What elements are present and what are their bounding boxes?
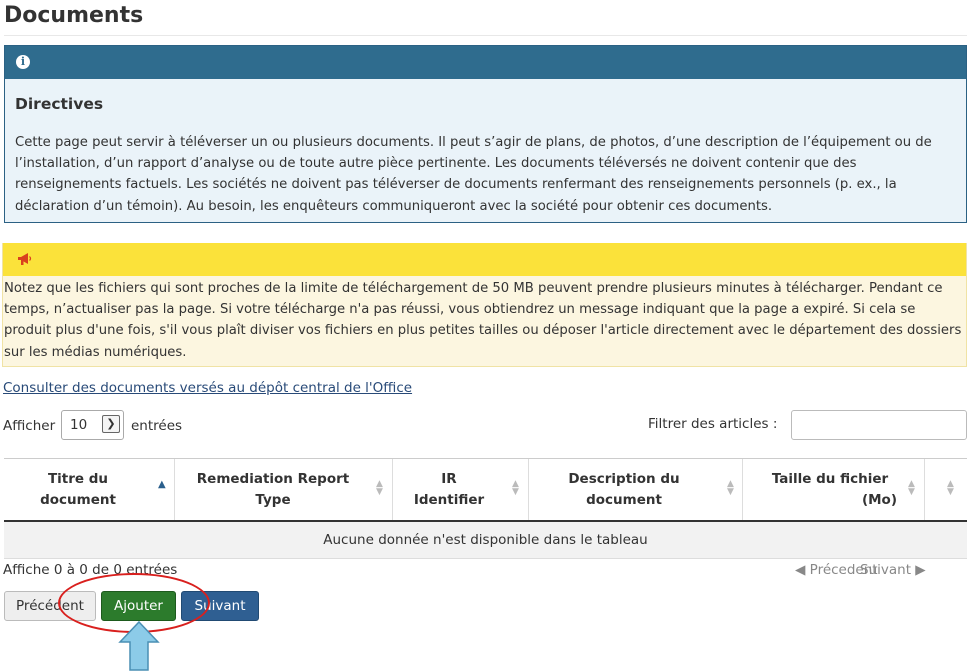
next-button[interactable]: Suivant <box>181 591 259 621</box>
show-entries-label: Afficher <box>3 418 56 434</box>
previous-button[interactable]: Précédent <box>4 591 96 621</box>
directives-title: Directives <box>15 95 104 113</box>
central-registry-link[interactable]: Consulter des documents versés au dépôt … <box>3 380 412 396</box>
documents-table: Titre du document ▲ Remediation Report T… <box>4 458 967 559</box>
column-header-description[interactable]: Description du document ▲ ▼ <box>529 459 743 520</box>
upload-warning-text: Notez que les fichiers qui sont proches … <box>4 281 962 360</box>
table-info: Affiche 0 à 0 de 0 entrées <box>3 562 178 578</box>
title-divider <box>4 35 967 36</box>
sort-icon: ▲ ▼ <box>376 479 383 497</box>
sort-icon: ▲ ▼ <box>947 479 954 497</box>
filter-input[interactable] <box>791 410 967 440</box>
sort-icon: ▲ ▼ <box>512 479 519 497</box>
pagination-next[interactable]: Suivant ▶ <box>860 562 926 578</box>
column-header-document-title[interactable]: Titre du document ▲ <box>4 459 175 520</box>
table-header: Titre du document ▲ Remediation Report T… <box>4 458 967 522</box>
annotation-up-arrow-icon <box>118 620 160 671</box>
page-title: Documents <box>4 3 144 28</box>
empty-table-message: Aucune donnée n'est disponible dans le t… <box>323 532 648 548</box>
sort-icon: ▲ ▼ <box>727 479 734 497</box>
info-icon: i <box>16 55 30 69</box>
entries-label: entrées <box>131 418 183 434</box>
megaphone-icon <box>17 252 33 270</box>
directives-panel: i Directives Cette page peut servir à té… <box>4 45 967 223</box>
column-header-ir-identifier[interactable]: IR Identifier ▲ ▼ <box>393 459 529 520</box>
column-header-remediation-type[interactable]: Remediation Report Type ▲ ▼ <box>175 459 393 520</box>
sort-icon: ▲ ▼ <box>908 479 915 497</box>
entries-per-page-select[interactable]: 10 ❯ <box>61 410 124 440</box>
entries-per-page-value: 10 <box>70 417 88 433</box>
sort-ascending-icon: ▲ <box>158 479 166 490</box>
upload-warning-panel: Notez que les fichiers qui sont proches … <box>2 243 967 367</box>
column-header-file-size[interactable]: Taille du fichier (Mo) ▲ ▼ <box>743 459 925 520</box>
warning-panel-header <box>3 243 966 276</box>
directives-text: Cette page peut servir à téléverser un o… <box>15 135 932 214</box>
directives-panel-header: i <box>5 46 966 79</box>
add-button[interactable]: Ajouter <box>101 591 176 621</box>
table-row: Aucune donnée n'est disponible dans le t… <box>4 522 967 559</box>
column-header-actions[interactable]: ▲ ▼ <box>925 459 967 520</box>
filter-label: Filtrer des articles : <box>648 416 778 432</box>
chevron-down-icon: ❯ <box>102 415 120 433</box>
